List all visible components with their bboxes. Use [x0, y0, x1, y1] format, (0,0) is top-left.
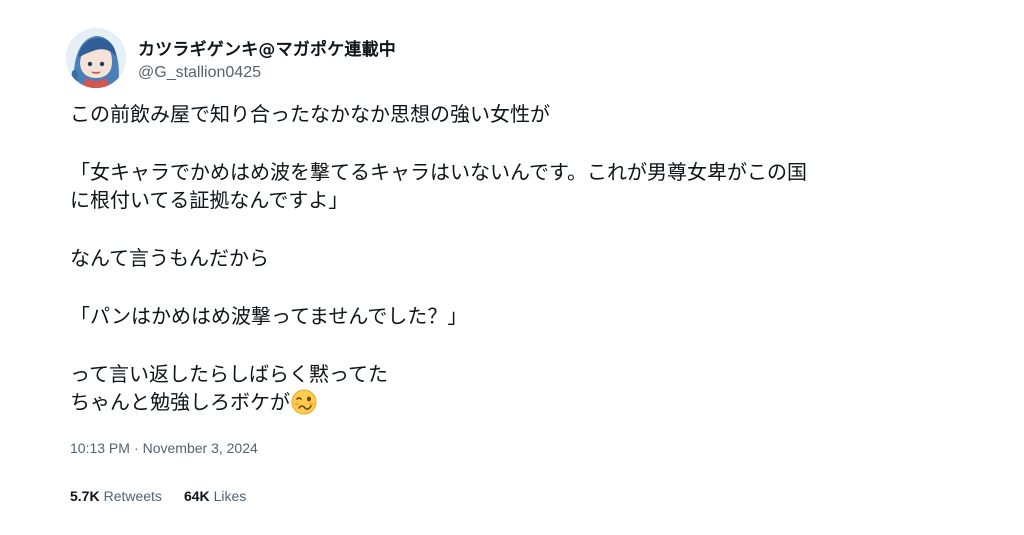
meta-separator: · — [133, 440, 139, 456]
likes-label: Likes — [213, 488, 247, 504]
retweets-label: Retweets — [103, 488, 162, 504]
likes-stat[interactable]: 64K Likes — [184, 488, 246, 504]
retweets-count: 5.7K — [70, 488, 100, 504]
woozy-face-icon — [291, 389, 317, 415]
tweet-paragraph-1: この前飲み屋で知り合ったなかなか思想の強い女性が — [70, 102, 550, 126]
tweet-date[interactable]: November 3, 2024 — [143, 440, 258, 456]
tweet-paragraph-3: なんて言うもんだから — [70, 246, 269, 270]
tweet-paragraph-5: って言い返したらしばらく黙ってた ちゃんと勉強しろボケが — [70, 360, 960, 416]
tweet-time[interactable]: 10:13 PM — [70, 440, 130, 456]
avatar[interactable] — [66, 28, 126, 88]
anime-character-avatar-icon — [66, 28, 126, 88]
tweet-stats: 5.7K Retweets 64K Likes — [70, 488, 246, 504]
tweet-paragraph-2: 「女キャラでかめはめ波を撃てるキャラはいないんです。これが男尊女卑がこの国 に根… — [70, 160, 807, 212]
tweet-paragraph-5-text: って言い返したらしばらく黙ってた ちゃんと勉強しろボケが — [70, 362, 388, 414]
tweet-header: カツラギゲンキ@マガポケ連載中 @G_stallion0425 — [66, 28, 396, 88]
tweet-text: この前飲み屋で知り合ったなかなか思想の強い女性が 「女キャラでかめはめ波を撃てる… — [70, 100, 960, 416]
tweet-timestamp[interactable]: 10:13 PM · November 3, 2024 — [70, 440, 258, 456]
tweet-paragraph-4: 「パンはかめはめ波撃ってませんでした？」 — [70, 304, 468, 328]
likes-count: 64K — [183, 488, 210, 504]
author-handle[interactable]: @G_stallion0425 — [138, 64, 396, 82]
author-names: カツラギゲンキ@マガポケ連載中 @G_stallion0425 — [138, 35, 396, 82]
tweet-card: カツラギゲンキ@マガポケ連載中 @G_stallion0425 この前飲み屋で知… — [0, 0, 1024, 535]
retweets-stat[interactable]: 5.7K Retweets — [70, 488, 162, 504]
author-display-name[interactable]: カツラギゲンキ@マガポケ連載中 — [138, 35, 396, 60]
